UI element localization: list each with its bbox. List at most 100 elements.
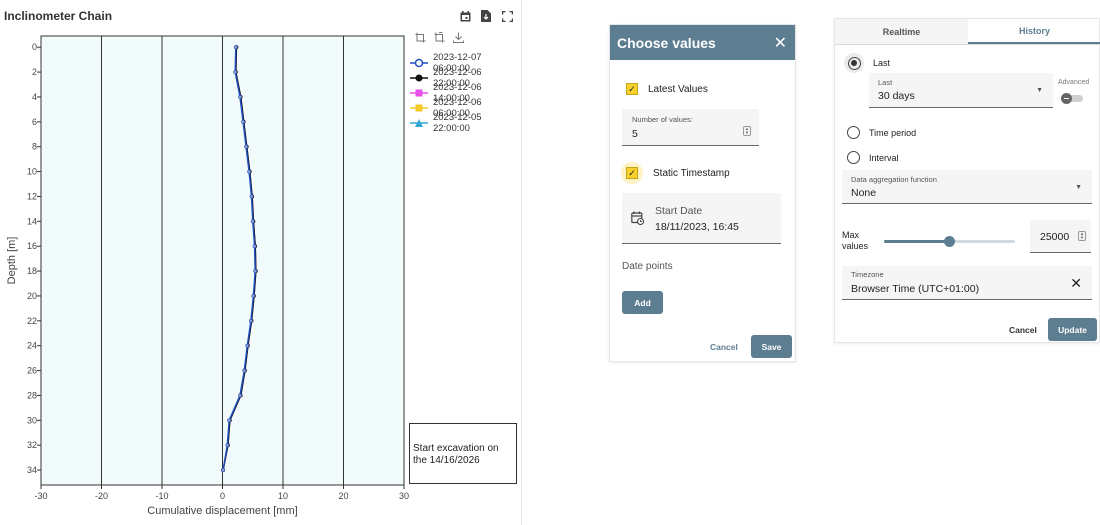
max-values-slider[interactable] [884,236,1015,247]
x-axis-label: Cumulative displacement [mm] [147,505,297,517]
radio-unselected-icon [847,151,860,164]
y-tick-label: 30 [27,415,37,425]
y-tick-label: 4 [32,92,37,102]
number-of-values-label: Number of values: [632,115,693,124]
zoom-reset-icon[interactable] [434,32,445,43]
data-point [238,95,242,99]
y-tick-label: 32 [27,440,37,450]
add-button[interactable]: Add [622,291,663,314]
tab-history[interactable]: History [968,19,1100,44]
data-point [249,194,254,199]
last-duration-value: 30 days [878,90,915,102]
cancel-button[interactable]: Cancel [710,342,738,352]
y-tick-label: 28 [27,390,37,400]
number-stepper-icon[interactable]: ▴ ▾ [1078,231,1086,241]
max-values-input-field[interactable]: 25000 ▴ ▾ [1030,220,1091,253]
start-date-field[interactable]: Start Date 18/11/2023, 16:45 [622,193,781,244]
data-point [227,418,232,423]
data-point [253,269,258,273]
checkbox-focus-halo: ✓ [621,162,643,184]
calendar-clock-icon [631,211,644,225]
data-point [252,244,257,249]
aggregation-label: Data aggregation function [851,175,937,184]
x-tick-label: 30 [399,491,409,501]
start-date-label: Start Date [655,205,703,217]
number-of-values-input[interactable]: 5 [632,128,638,140]
legend-marker-icon [410,104,428,111]
timezone-label: Timezone [851,270,884,279]
data-point [250,219,255,224]
close-icon[interactable]: ✕ [774,33,787,53]
radio-last-label: Last [873,58,891,68]
history-panel: Realtime History Last Last 30 days ▼ Adv… [834,18,1100,343]
date-points-label: Date points [622,261,673,272]
max-values-label: Max values [842,230,869,251]
number-of-values-field[interactable]: Number of values: 5 ▴ ▾ [622,109,759,146]
data-point [245,343,250,348]
last-duration-label: Last [878,78,893,87]
slider-thumb[interactable] [944,236,955,247]
data-point [225,443,230,448]
y-axis-label: Depth [m] [6,237,18,285]
data-point [233,70,238,74]
chart-legend: 2023-12-07 06:00:00 2023-12-06 22:00:00 20… [410,52,521,134]
radio-time-period-label: Time period [869,127,917,138]
data-point [244,144,248,149]
y-tick-label: 10 [27,167,37,177]
static-timestamp-checkbox[interactable]: ✓ Static Timestamp [621,162,730,184]
slider-fill [884,240,950,243]
latest-values-checkbox[interactable]: ✓ Latest Values [626,83,708,95]
chevron-down-icon: ▼ [1036,87,1043,94]
data-point [221,468,226,472]
y-tick-label: 14 [27,216,37,226]
choose-values-dialog: Choose values ✕ ✓ Latest Values Number o… [609,24,796,362]
legend-label: 2023-12-05 22:00:00 [432,111,482,134]
clear-icon[interactable]: ✕ [1070,275,1082,292]
y-tick-label: 8 [32,142,37,152]
legend-marker-icon [410,118,428,127]
timezone-field[interactable]: Timezone Browser Time (UTC+01:00) ✕ [842,266,1092,300]
legend-toolbar [415,32,464,43]
last-duration-select[interactable]: Last 30 days ▼ [869,73,1053,108]
checkbox-checked-icon: ✓ [626,83,638,95]
radio-interval[interactable]: Interval [847,151,899,164]
max-values-input[interactable]: 25000 [1040,231,1069,243]
data-point [241,119,245,124]
aggregation-select[interactable]: Data aggregation function None ▼ [842,170,1092,204]
zoom-select-icon[interactable] [415,32,426,43]
cancel-button[interactable]: Cancel [1009,325,1037,335]
y-tick-label: 6 [32,117,37,127]
y-tick-label: 24 [27,341,37,351]
radio-last[interactable]: Last [844,53,890,73]
radio-selected-icon [847,56,861,70]
radio-time-period[interactable]: Time period [847,126,916,139]
y-tick-label: 20 [27,291,37,301]
y-tick-label: 18 [27,266,37,276]
chevron-down-icon: ▼ [1075,184,1082,191]
x-tick-label: 10 [278,491,288,501]
advanced-toggle[interactable] [1061,93,1083,104]
mode-tabs: Realtime History [835,19,1100,45]
data-point [251,294,256,298]
dialog-header: Choose values ✕ [610,25,795,60]
inclinometer-widget: Inclinometer Chain -30 -20 -10 0 10 20 30 0 2 4 6 8… [0,0,522,525]
legend-item[interactable]: 2023-12-05 22:00:00 [410,112,521,134]
legend-marker-icon [410,89,428,96]
data-point [249,318,253,323]
x-tick-label: 20 [338,491,348,501]
save-button[interactable]: Save [751,335,792,358]
y-tick-label: 26 [27,366,37,376]
start-date-value[interactable]: 18/11/2023, 16:45 [655,221,739,233]
update-button[interactable]: Update [1048,318,1097,341]
number-stepper-icon[interactable]: ▴ ▾ [743,126,751,136]
data-point [247,169,252,174]
timezone-value: Browser Time (UTC+01:00) [851,283,980,295]
download-icon[interactable] [453,32,464,43]
checkbox-checked-icon: ✓ [626,167,638,179]
y-tick-label: 22 [27,316,37,326]
aggregation-value: None [851,187,877,199]
legend-marker-icon [410,58,428,67]
tab-realtime[interactable]: Realtime [835,19,968,44]
y-tick-label: 12 [27,191,37,201]
data-point [242,368,247,373]
